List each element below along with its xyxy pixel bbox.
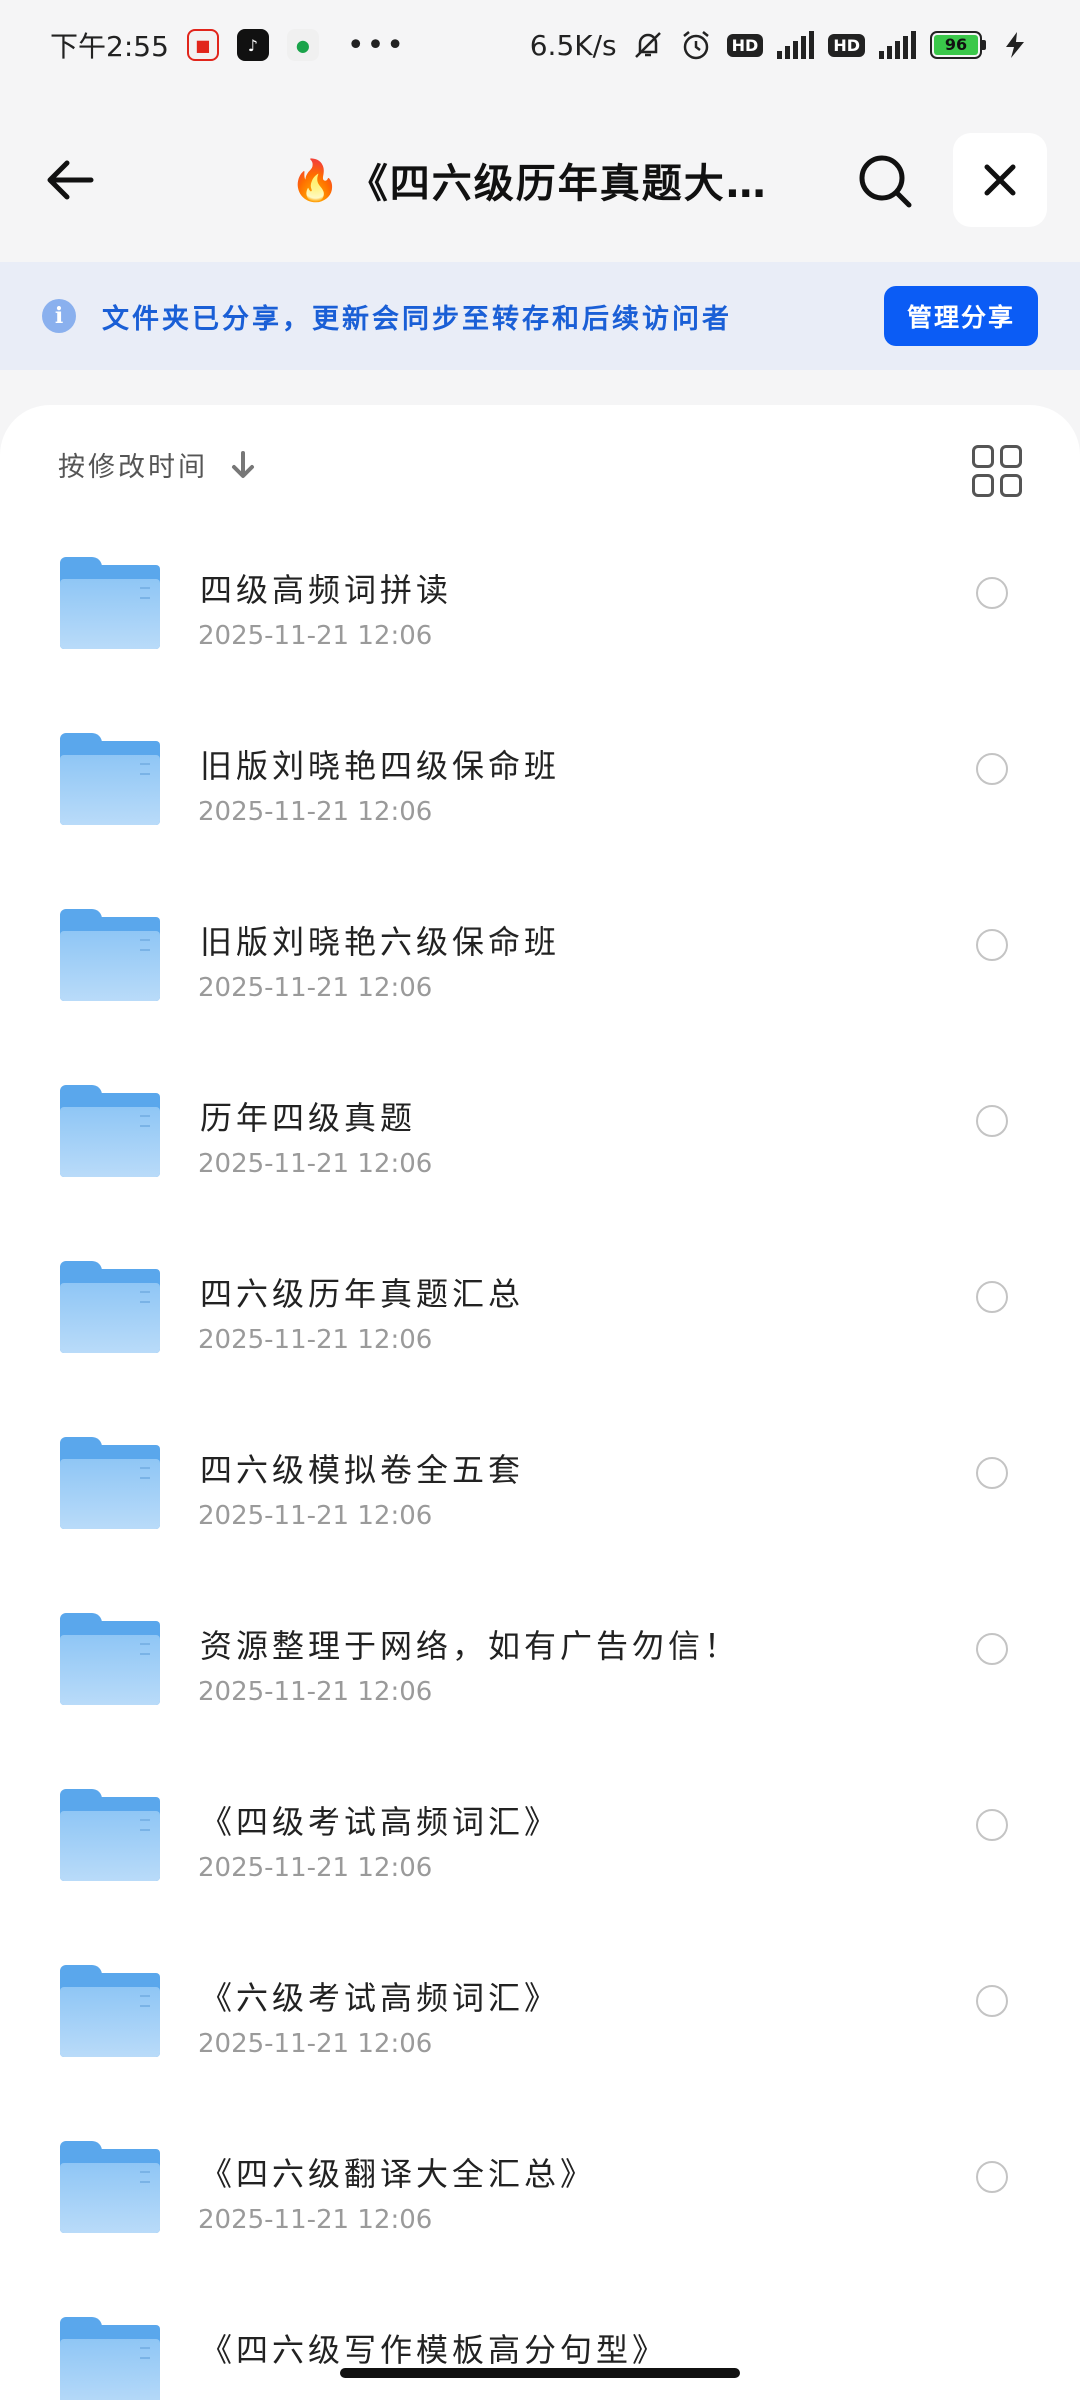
- folder-icon: [60, 1261, 160, 1353]
- file-name: 四六级模拟卷全五套: [200, 1451, 525, 1489]
- file-list: 四级高频词拼读 2025-11-21 12:06 旧版刘晓艳四级保命班 2025…: [0, 543, 1080, 2400]
- search-icon: [859, 155, 912, 208]
- fire-emoji-icon: 🔥: [290, 157, 340, 204]
- file-name: 历年四级真题: [200, 1099, 417, 1137]
- folder-icon: [60, 557, 160, 649]
- header-bar: 🔥 《四六级历年真题大…: [0, 130, 1080, 230]
- folder-icon: [60, 1085, 160, 1177]
- close-button[interactable]: [953, 133, 1047, 227]
- signal-5g-icon: [879, 31, 916, 59]
- file-share-page: 下午2:55 ■ ♪ ● ••• 6.5K/s HD HD 96 🔥 《四六级历…: [0, 0, 1080, 2400]
- file-list-card: 按修改时间 四级高频词拼读 2025-11-21 12:06 旧版刘晓艳四级保命…: [0, 405, 1080, 2400]
- list-item[interactable]: 旧版刘晓艳四级保命班 2025-11-21 12:06: [0, 719, 1080, 895]
- folder-icon: [60, 2317, 160, 2400]
- select-radio[interactable]: [976, 1633, 1008, 1665]
- folder-icon: [60, 2141, 160, 2233]
- grid-view-icon[interactable]: [972, 445, 1024, 497]
- file-modified-time: 2025-11-21 12:06: [198, 797, 433, 827]
- battery-level: 96: [934, 35, 978, 55]
- select-radio[interactable]: [976, 753, 1008, 785]
- status-bar: 下午2:55 ■ ♪ ● ••• 6.5K/s HD HD 96: [0, 0, 1080, 90]
- back-button[interactable]: [40, 150, 100, 210]
- select-radio[interactable]: [976, 1105, 1008, 1137]
- file-modified-time: 2025-11-21 12:06: [198, 973, 433, 1003]
- arrow-left-icon: [47, 160, 94, 200]
- folder-icon: [60, 733, 160, 825]
- file-modified-time: 2025-11-21 12:06: [198, 1677, 433, 1707]
- file-modified-time: 2025-11-21 12:06: [198, 1501, 433, 1531]
- list-item[interactable]: 四六级模拟卷全五套 2025-11-21 12:06: [0, 1423, 1080, 1599]
- file-name: 《四六级翻译大全汇总》: [200, 2155, 597, 2193]
- file-modified-time: 2025-11-21 12:06: [198, 1853, 433, 1883]
- sort-toggle[interactable]: 按修改时间: [58, 445, 258, 484]
- file-name: 《四级考试高频词汇》: [200, 1803, 561, 1841]
- hd-badge: HD: [726, 33, 764, 57]
- file-name: 四六级历年真题汇总: [200, 1275, 525, 1313]
- home-indicator[interactable]: [340, 2368, 740, 2378]
- folder-icon: [60, 909, 160, 1001]
- list-item[interactable]: 旧版刘晓艳六级保命班 2025-11-21 12:06: [0, 895, 1080, 1071]
- music-app-icon: ●: [286, 29, 319, 61]
- manage-share-button[interactable]: 管理分享: [884, 286, 1038, 346]
- battery-icon: 96: [930, 31, 986, 59]
- charging-icon: [1006, 32, 1024, 58]
- file-name: 旧版刘晓艳四级保命班: [200, 747, 561, 785]
- list-item[interactable]: 四六级历年真题汇总 2025-11-21 12:06: [0, 1247, 1080, 1423]
- file-modified-time: 2025-11-21 12:06: [198, 1149, 433, 1179]
- list-item[interactable]: 《六级考试高频词汇》 2025-11-21 12:06: [0, 1951, 1080, 2127]
- notification-app-icon: ■: [186, 29, 219, 61]
- list-item[interactable]: 《四六级写作模板高分句型》: [0, 2303, 1080, 2400]
- folder-icon: [60, 1437, 160, 1529]
- file-modified-time: 2025-11-21 12:06: [198, 621, 433, 651]
- share-notice-banner: i 文件夹已分享，更新会同步至转存和后续访问者 管理分享: [0, 262, 1080, 370]
- more-notifications-icon: •••: [346, 27, 406, 63]
- status-time: 下午2:55: [50, 30, 169, 63]
- file-name: 《四六级写作模板高分句型》: [200, 2331, 669, 2369]
- close-icon: [984, 164, 1016, 196]
- list-item[interactable]: 资源整理于网络，如有广告勿信！ 2025-11-21 12:06: [0, 1599, 1080, 1775]
- folder-icon: [60, 1789, 160, 1881]
- share-notice-text: 文件夹已分享，更新会同步至转存和后续访问者: [102, 303, 732, 335]
- folder-icon: [60, 1613, 160, 1705]
- sort-label: 按修改时间: [58, 452, 208, 483]
- page-title-wrap: 🔥 《四六级历年真题大…: [290, 148, 790, 212]
- arrow-down-icon: [232, 450, 254, 478]
- file-modified-time: 2025-11-21 12:06: [198, 2029, 433, 2059]
- alarm-icon: [682, 31, 709, 60]
- file-name: 四级高频词拼读: [200, 571, 453, 609]
- signal-4g-icon: [777, 31, 815, 59]
- select-radio[interactable]: [976, 1985, 1008, 2017]
- file-modified-time: 2025-11-21 12:06: [198, 2205, 433, 2235]
- mute-bell-icon: [634, 32, 661, 58]
- tiktok-icon: ♪: [236, 29, 269, 61]
- list-item[interactable]: 《四级考试高频词汇》 2025-11-21 12:06: [0, 1775, 1080, 1951]
- info-icon: i: [42, 299, 76, 333]
- select-radio[interactable]: [976, 1809, 1008, 1841]
- search-button[interactable]: [852, 148, 918, 214]
- page-title: 《四六级历年真题大…: [347, 161, 768, 207]
- list-item[interactable]: 《四六级翻译大全汇总》 2025-11-21 12:06: [0, 2127, 1080, 2303]
- list-item[interactable]: 四级高频词拼读 2025-11-21 12:06: [0, 543, 1080, 719]
- select-radio[interactable]: [976, 929, 1008, 961]
- file-modified-time: 2025-11-21 12:06: [198, 1325, 433, 1355]
- file-name: 旧版刘晓艳六级保命班: [200, 923, 561, 961]
- select-radio[interactable]: [976, 2161, 1008, 2193]
- folder-icon: [60, 1965, 160, 2057]
- file-name: 《六级考试高频词汇》: [200, 1979, 561, 2017]
- select-radio[interactable]: [976, 1457, 1008, 1489]
- list-item[interactable]: 历年四级真题 2025-11-21 12:06: [0, 1071, 1080, 1247]
- select-radio[interactable]: [976, 577, 1008, 609]
- file-name: 资源整理于网络，如有广告勿信！: [200, 1627, 741, 1665]
- hd-badge-2: HD: [828, 33, 865, 57]
- net-speed: 6.5K/s: [529, 28, 617, 62]
- select-radio[interactable]: [976, 1281, 1008, 1313]
